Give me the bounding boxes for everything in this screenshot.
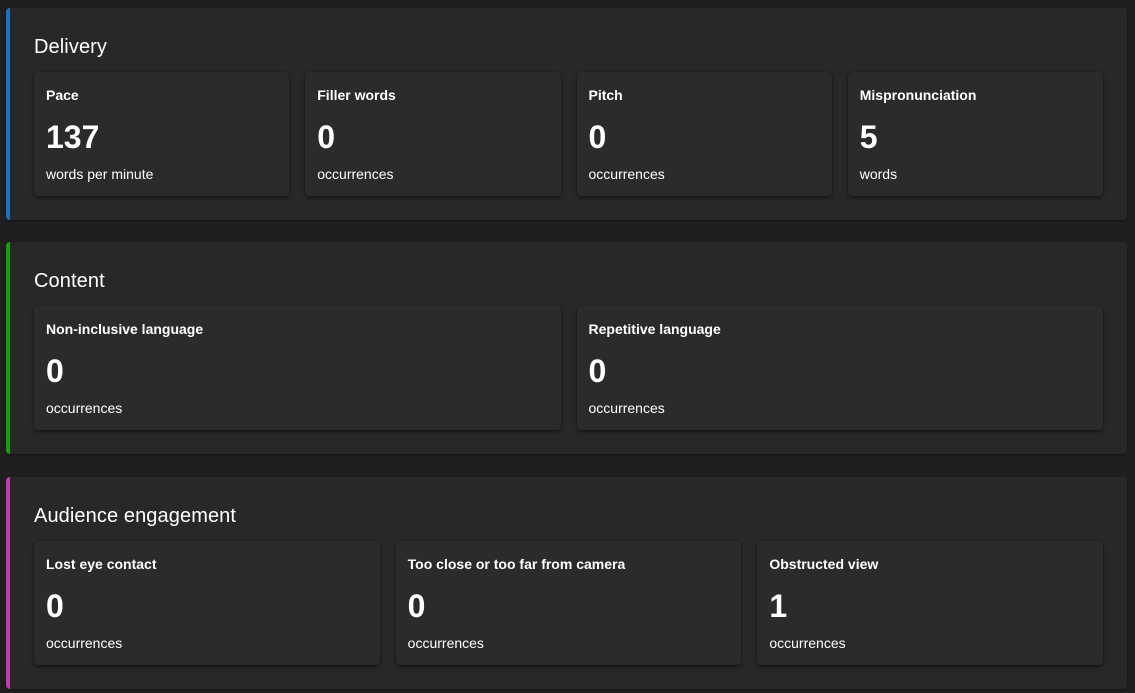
section-title-delivery: Delivery <box>34 36 108 58</box>
metric-value: 0 <box>317 119 336 155</box>
metric-card-pitch[interactable]: Pitch 0 occurrences <box>576 72 832 196</box>
metric-unit: occurrences <box>46 400 123 416</box>
metric-unit: occurrences <box>46 635 123 651</box>
metric-card-lost-eye-contact[interactable]: Lost eye contact 0 occurrences <box>34 541 380 665</box>
metric-unit: occurrences <box>588 400 665 416</box>
metric-card-pace[interactable]: Pace 137 words per minute <box>34 72 290 196</box>
metric-card-filler-words[interactable]: Filler words 0 occurrences <box>305 72 561 196</box>
metric-value: 5 <box>859 119 878 155</box>
metric-value: 0 <box>46 353 64 389</box>
audience-engagement-section: Audience engagement Lost eye contact 0 o… <box>6 477 1127 689</box>
content-section: Content Non-inclusive language 0 occurre… <box>6 242 1127 454</box>
metric-value: 0 <box>46 588 64 624</box>
audience-engagement-cards: Lost eye contact 0 occurrences Too close… <box>34 541 1104 665</box>
metric-card-mispronunciation[interactable]: Mispronunciation 5 words <box>847 72 1103 196</box>
report-panel: Delivery Pace 137 words per minute Fille… <box>0 0 1135 693</box>
metric-card-camera-distance[interactable]: Too close or too far from camera 0 occur… <box>395 541 742 665</box>
metric-label: Non-inclusive language <box>46 321 204 337</box>
metric-unit: words <box>859 166 898 182</box>
metric-label: Obstructed view <box>769 556 879 572</box>
metric-value: 0 <box>588 119 607 155</box>
metric-unit: occurrences <box>407 635 484 651</box>
metric-value: 0 <box>588 353 607 389</box>
metric-label: Mispronunciation <box>859 87 977 103</box>
metric-unit: occurrences <box>769 635 846 651</box>
content-cards: Non-inclusive language 0 occurrences Rep… <box>34 306 1103 430</box>
metric-value: 0 <box>407 588 426 624</box>
metric-label: Pitch <box>588 87 623 103</box>
metric-card-repetitive-language[interactable]: Repetitive language 0 occurrences <box>576 306 1103 430</box>
delivery-cards: Pace 137 words per minute Filler words 0… <box>34 72 1103 196</box>
section-title-audience-engagement: Audience engagement <box>34 505 237 527</box>
metric-label: Repetitive language <box>588 321 721 337</box>
section-title-content: Content <box>34 270 105 292</box>
metric-unit: occurrences <box>588 166 665 182</box>
metric-card-obstructed-view[interactable]: Obstructed view 1 occurrences <box>757 541 1104 665</box>
metric-unit: words per minute <box>46 166 154 182</box>
metric-value: 137 <box>46 119 100 155</box>
metric-label: Pace <box>46 87 79 103</box>
metric-label: Filler words <box>317 87 396 103</box>
metric-label: Lost eye contact <box>46 556 157 572</box>
delivery-section: Delivery Pace 137 words per minute Fille… <box>6 8 1127 220</box>
metric-value: 1 <box>769 588 788 624</box>
metric-unit: occurrences <box>317 166 394 182</box>
metric-label: Too close or too far from camera <box>407 556 626 572</box>
metric-card-non-inclusive-language[interactable]: Non-inclusive language 0 occurrences <box>34 306 561 430</box>
